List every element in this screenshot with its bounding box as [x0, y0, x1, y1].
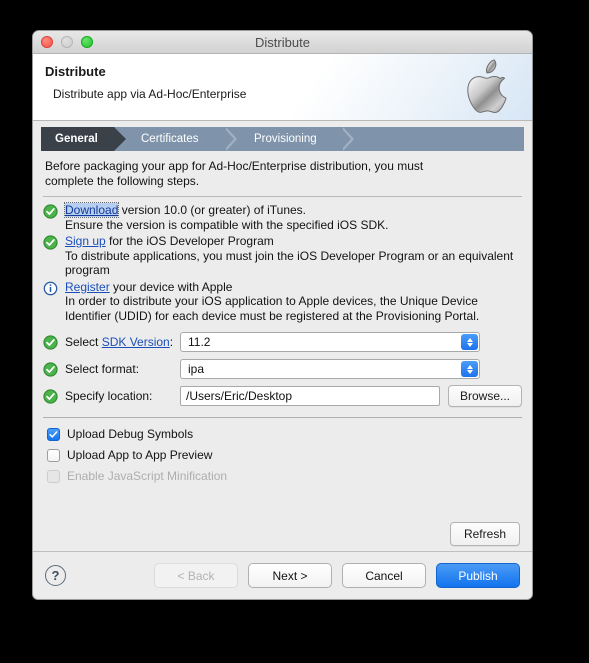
location-input[interactable]: /Users/Eric/Desktop	[180, 386, 440, 406]
window-titlebar: Distribute	[33, 31, 532, 54]
cancel-button[interactable]: Cancel	[342, 563, 426, 588]
checklist-item-download-text: Download version 10.0 (or greater) of iT…	[63, 202, 389, 232]
checklist-item-register: Register your device with Apple In order…	[43, 280, 522, 324]
dialog-body: Before packaging your app for Ad-Hoc/Ent…	[33, 156, 532, 558]
distribute-form: Select SDK Version: 11.2 Select format:	[43, 330, 522, 408]
sdk-version-stepper-icon[interactable]	[461, 334, 478, 350]
wizard-steps: General Certificates Provisioning	[41, 127, 524, 151]
format-row: Select format: ipa	[43, 357, 522, 381]
enable-js-minification-checkbox	[47, 469, 60, 483]
publish-button[interactable]: Publish	[436, 563, 520, 588]
green-check-icon	[43, 361, 65, 377]
register-detail: In order to distribute your iOS applicat…	[65, 294, 480, 323]
footer-button-group: < Back Next > Cancel Publish	[154, 563, 520, 588]
intro-text: Before packaging your app for Ad-Hoc/Ent…	[45, 159, 424, 188]
checklist-item-signup: Sign up for the iOS Developer Program To…	[43, 234, 522, 278]
dialog-header: Distribute Distribute app via Ad-Hoc/Ent…	[33, 54, 532, 121]
sdk-version-label: Select SDK Version:	[65, 335, 180, 349]
page-subtitle: Distribute app via Ad-Hoc/Enterprise	[53, 87, 247, 101]
refresh-area: Refresh	[449, 522, 520, 546]
register-rest: your device with Apple	[109, 279, 233, 294]
format-label: Select format:	[65, 362, 140, 376]
location-row: Specify location: /Users/Eric/Desktop Br…	[43, 384, 522, 408]
minimize-button[interactable]	[61, 36, 73, 48]
green-check-icon	[43, 234, 65, 278]
upload-debug-symbols-label: Upload Debug Symbols	[67, 427, 194, 441]
upload-app-preview-checkbox[interactable]	[47, 448, 60, 462]
dialog-footer: ? < Back Next > Cancel Publish	[33, 551, 532, 599]
next-button[interactable]: Next >	[248, 563, 332, 588]
signup-rest: for the iOS Developer Program	[105, 234, 274, 248]
distribute-window: Distribute Distribute Distribute app via…	[32, 30, 533, 600]
step-certificates-label: Certificates	[141, 133, 199, 145]
page-title: Distribute	[45, 64, 106, 79]
green-check-icon	[43, 388, 65, 404]
apple-logo-icon	[467, 59, 507, 114]
step-chevron-1-icon	[225, 127, 237, 151]
enable-js-minification-label: Enable JavaScript Minification	[67, 469, 228, 483]
back-button: < Back	[154, 563, 238, 588]
green-check-icon	[43, 203, 65, 232]
signup-link[interactable]: Sign up	[65, 234, 106, 248]
refresh-button[interactable]: Refresh	[449, 522, 520, 546]
zoom-button[interactable]	[81, 36, 93, 48]
download-detail: Ensure the version is compatible with th…	[65, 217, 389, 232]
window-title: Distribute	[255, 34, 310, 50]
download-link[interactable]: Download	[63, 202, 120, 218]
wizard-steps-bar: General Certificates Provisioning	[33, 121, 532, 156]
format-select[interactable]: ipa	[180, 359, 480, 379]
format-value: ipa	[188, 362, 205, 376]
step-certificates[interactable]: Certificates	[141, 127, 199, 151]
checkmark-icon	[49, 430, 58, 438]
sdk-version-link[interactable]: SDK Version	[102, 335, 170, 349]
options-group: Upload Debug Symbols Upload App to App P…	[43, 425, 522, 485]
upload-app-preview-label: Upload App to App Preview	[67, 448, 213, 462]
step-provisioning[interactable]: Provisioning	[254, 127, 317, 151]
sdk-version-row: Select SDK Version: 11.2	[43, 330, 522, 354]
sdk-version-value: 11.2	[188, 335, 211, 349]
download-rest: version 10.0 (or greater) of iTunes.	[118, 203, 307, 217]
checklist-item-register-text: Register your device with Apple In order…	[65, 280, 517, 324]
register-link[interactable]: Register	[65, 280, 110, 294]
option-upload-app-to-app-preview[interactable]: Upload App to App Preview	[43, 446, 522, 464]
checklist-item-download: Download version 10.0 (or greater) of iT…	[43, 202, 522, 232]
divider-middle	[43, 417, 522, 418]
divider-top	[43, 196, 522, 197]
traffic-light-group	[41, 36, 93, 48]
step-general[interactable]: General	[41, 127, 126, 151]
upload-debug-symbols-checkbox[interactable]	[47, 427, 60, 441]
format-stepper-icon[interactable]	[461, 361, 478, 377]
option-enable-javascript-minification: Enable JavaScript Minification	[43, 467, 522, 485]
close-button[interactable]	[41, 36, 53, 48]
checklist-item-signup-text: Sign up for the iOS Developer Program To…	[65, 234, 522, 278]
step-provisioning-label: Provisioning	[254, 133, 317, 145]
signup-detail: To distribute applications, you must joi…	[65, 248, 514, 278]
help-icon[interactable]: ?	[45, 565, 66, 586]
blue-info-icon	[43, 280, 65, 324]
green-check-icon	[43, 334, 65, 350]
sdk-version-select[interactable]: 11.2	[180, 332, 480, 352]
sdk-label-suffix: :	[169, 335, 174, 349]
location-label: Specify location:	[65, 389, 153, 403]
step-chevron-2-icon	[342, 127, 354, 151]
sdk-label-prefix: Select	[65, 335, 102, 349]
step-general-label: General	[55, 133, 98, 145]
option-upload-debug-symbols[interactable]: Upload Debug Symbols	[43, 425, 522, 443]
browse-button[interactable]: Browse...	[447, 385, 522, 407]
